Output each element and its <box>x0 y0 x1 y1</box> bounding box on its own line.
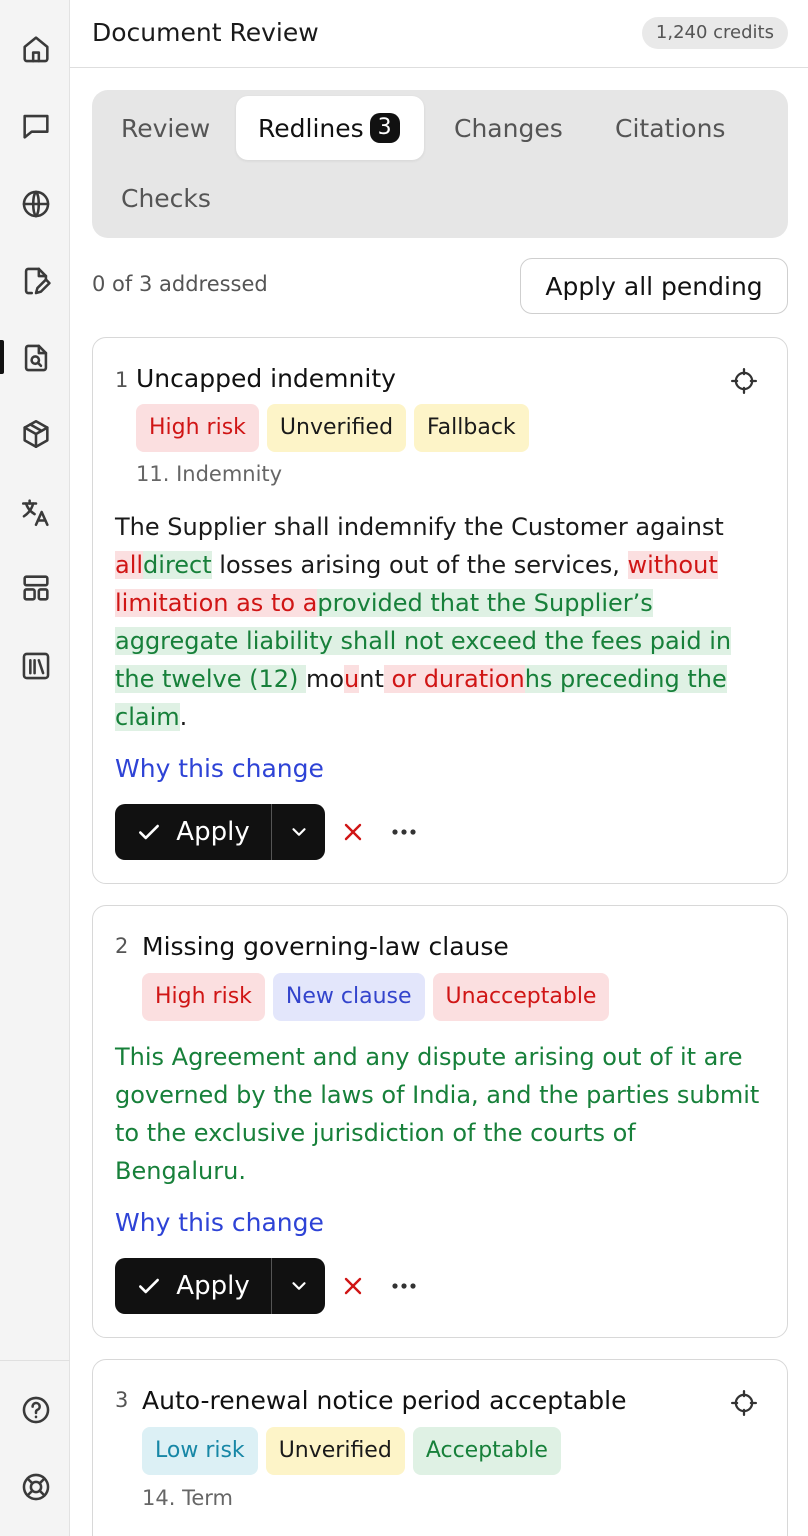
document-edit-icon[interactable] <box>17 262 55 300</box>
active-indicator <box>0 340 4 374</box>
apply-button[interactable]: Apply <box>115 804 271 860</box>
help-icon[interactable] <box>17 1391 55 1429</box>
page-title: Document Review <box>92 18 319 47</box>
section-reference: 11. Indemnity <box>136 462 283 486</box>
redline-number: 2 <box>115 934 129 958</box>
risk-tag: High risk <box>142 973 265 1021</box>
redline-title: Uncapped indemnity <box>136 364 396 393</box>
apply-all-pending-button[interactable]: Apply all pending <box>520 258 788 314</box>
globe-icon[interactable] <box>17 185 55 223</box>
more-options-button[interactable] <box>389 1274 419 1298</box>
tag-list: High risk New clause Unacceptable <box>142 973 610 1021</box>
chevron-down-icon <box>291 828 306 836</box>
rail-divider <box>0 1360 70 1361</box>
cube-icon[interactable] <box>17 415 55 453</box>
progress-status: 0 of 3 addressed <box>92 272 268 296</box>
header: Document Review 1,240 credits <box>70 0 808 68</box>
more-options-button[interactable] <box>389 820 419 844</box>
tab-changes[interactable]: Changes <box>432 96 585 160</box>
why-this-change-link[interactable]: Why this change <box>115 754 324 783</box>
position-tag: Acceptable <box>412 1427 561 1475</box>
close-icon <box>344 1277 362 1295</box>
redline-title: Auto-renewal notice period acceptable <box>142 1386 627 1415</box>
locate-target-icon[interactable] <box>729 1388 759 1418</box>
redline-number: 1 <box>115 368 129 392</box>
deleted-text: u <box>344 665 360 693</box>
support-icon[interactable] <box>17 1468 55 1506</box>
tab-redlines[interactable]: Redlines 3 <box>236 96 424 160</box>
library-icon[interactable] <box>17 647 55 685</box>
clause-type-tag: New clause <box>272 973 425 1021</box>
check-icon <box>139 1278 160 1294</box>
risk-tag: Low risk <box>142 1427 258 1475</box>
credits-badge: 1,240 credits <box>641 17 788 49</box>
position-tag: Fallback <box>414 404 529 452</box>
risk-tag: High risk <box>136 404 259 452</box>
reject-button[interactable] <box>341 1274 365 1298</box>
locate-target-icon[interactable] <box>729 366 759 396</box>
redline-number: 3 <box>115 1388 129 1412</box>
apply-button[interactable]: Apply <box>115 1258 271 1314</box>
chat-icon[interactable] <box>17 107 55 145</box>
apply-options-dropdown[interactable] <box>272 804 325 860</box>
translate-icon[interactable] <box>17 493 55 531</box>
document-search-icon[interactable] <box>17 339 55 377</box>
redlines-count-badge: 3 <box>369 113 400 143</box>
tab-citations[interactable]: Citations <box>593 96 747 160</box>
verification-tag: Unverified <box>265 1427 405 1475</box>
verification-tag: Unverified <box>266 404 407 452</box>
apply-split-button: Apply <box>115 1258 325 1314</box>
tab-checks[interactable]: Checks <box>99 166 233 230</box>
redline-card: 1 Uncapped indemnity High risk Unverifie… <box>92 337 788 884</box>
tag-list: Low risk Unverified Acceptable <box>142 1427 561 1475</box>
why-this-change-link[interactable]: Why this change <box>115 1208 324 1237</box>
home-icon[interactable] <box>17 30 55 68</box>
deleted-text: all <box>115 551 144 579</box>
apply-options-dropdown[interactable] <box>272 1258 325 1314</box>
redline-text: The Supplier shall indemnify the Custome… <box>115 513 732 731</box>
ellipsis-icon <box>392 1283 416 1289</box>
deleted-text: or duration <box>383 665 525 693</box>
layout-icon[interactable] <box>17 569 55 607</box>
reject-button[interactable] <box>341 820 365 844</box>
section-reference: 14. Term <box>142 1486 233 1510</box>
close-icon <box>344 823 362 841</box>
redline-card: 2 Missing governing-law clause High risk… <box>92 905 788 1338</box>
redline-title: Missing governing-law clause <box>142 932 509 961</box>
tab-bar: Review Redlines 3 Changes Citations Chec… <box>92 90 788 238</box>
apply-split-button: Apply <box>115 804 325 860</box>
ellipsis-icon <box>392 829 416 835</box>
check-icon <box>139 824 160 840</box>
position-tag: Unacceptable <box>432 973 610 1021</box>
tag-list: High risk Unverified Fallback <box>136 404 529 452</box>
left-rail <box>0 0 70 1536</box>
chevron-down-icon <box>291 1282 306 1290</box>
inserted-clause-text: This Agreement and any dispute arising o… <box>115 1043 760 1185</box>
tab-review[interactable]: Review <box>99 96 232 160</box>
inserted-text: direct <box>143 551 212 579</box>
redline-card: 3 Auto-renewal notice period acceptable … <box>92 1359 788 1536</box>
